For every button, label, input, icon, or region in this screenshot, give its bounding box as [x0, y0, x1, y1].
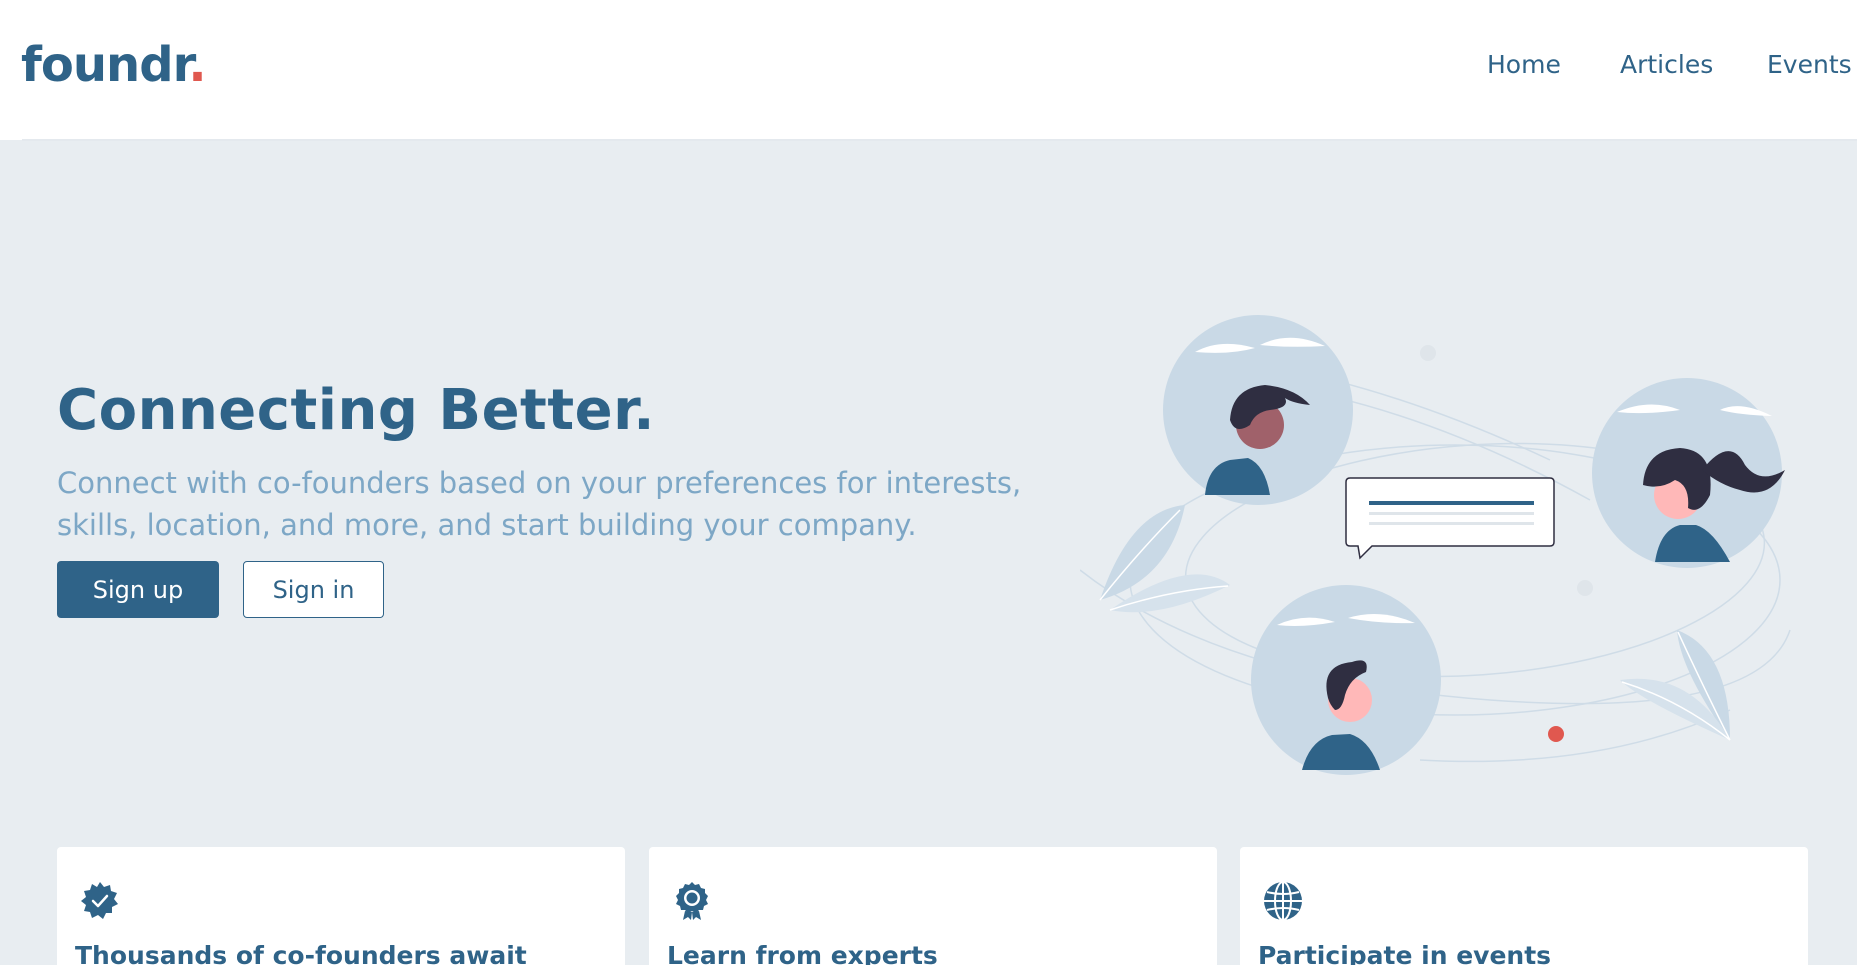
navbar-divider	[22, 139, 1857, 141]
nav-link-events[interactable]: Events	[1767, 50, 1852, 79]
feature-title: Participate in events	[1258, 941, 1552, 965]
feature-card: Participate in events	[1240, 847, 1808, 965]
chat-bubble	[1345, 477, 1555, 560]
decor-dot-red	[1548, 726, 1564, 742]
avatar-man-2	[1251, 585, 1441, 775]
avatar-man-1	[1163, 315, 1353, 505]
brand-dot: .	[188, 37, 206, 93]
hero-title: Connecting Better.	[57, 378, 655, 443]
decor-dot-mid	[1577, 580, 1593, 596]
nav-link-home[interactable]: Home	[1487, 50, 1561, 79]
feature-title: Learn from experts	[667, 941, 938, 965]
hero-subtitle: Connect with co-founders based on your p…	[57, 466, 1022, 542]
top-navbar: foundr. Home Articles Events	[0, 0, 1857, 141]
award-ribbon-icon	[676, 882, 708, 920]
feature-card: Learn from experts	[649, 847, 1217, 965]
globe-icon	[1264, 881, 1302, 921]
decor-dot-top	[1420, 345, 1436, 361]
hero-illustration	[1080, 315, 1791, 775]
sign-in-button[interactable]: Sign in	[243, 561, 384, 618]
feature-title: Thousands of co-founders await	[75, 941, 527, 965]
brand-logo[interactable]: foundr.	[21, 37, 207, 93]
nav-link-articles[interactable]: Articles	[1620, 50, 1713, 79]
feature-card: Thousands of co-founders await	[57, 847, 625, 965]
sign-up-button[interactable]: Sign up	[57, 561, 219, 618]
verified-badge-icon	[81, 882, 118, 919]
avatar-woman	[1592, 378, 1785, 568]
left-leaf-icon	[1099, 505, 1230, 613]
brand-name[interactable]: foundr	[21, 37, 189, 93]
